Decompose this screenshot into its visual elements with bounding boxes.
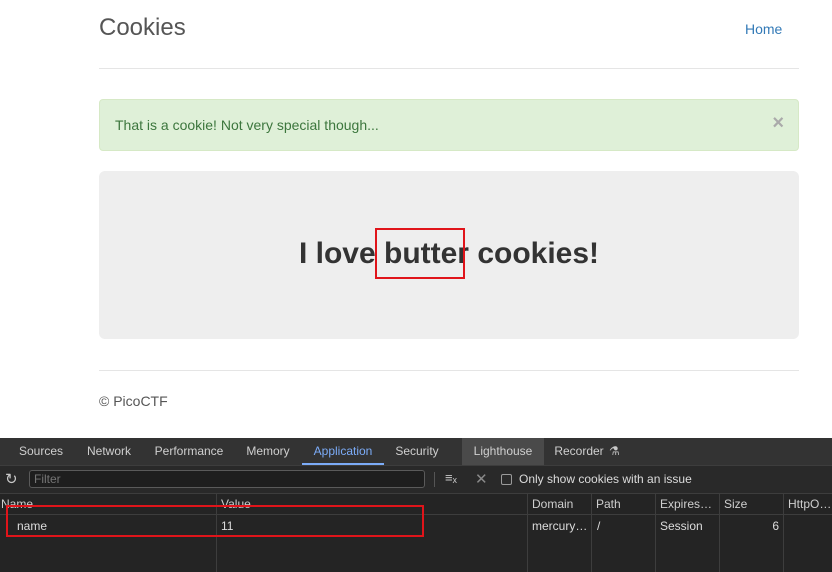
cell-size[interactable]: 6	[724, 517, 779, 535]
highlight-box-cookie-row	[6, 505, 424, 537]
column-divider[interactable]	[719, 494, 720, 572]
delete-icon[interactable]: ✕	[475, 470, 488, 488]
filter-input[interactable]	[29, 470, 425, 488]
only-issue-label: Only show cookies with an issue	[519, 472, 692, 486]
flask-icon: ⚗	[609, 444, 620, 458]
refresh-icon[interactable]: ↻	[5, 470, 18, 488]
highlight-box-butter	[375, 228, 465, 279]
site-brand: Cookies	[99, 14, 186, 41]
tab-memory[interactable]: Memory	[238, 438, 298, 465]
column-header-httponly[interactable]: HttpOnly	[788, 494, 832, 514]
tab-recorder[interactable]: Recorder	[550, 438, 608, 465]
column-header-domain[interactable]: Domain	[532, 494, 588, 514]
header-divider	[99, 68, 799, 69]
tab-performance[interactable]: Performance	[146, 438, 232, 465]
close-icon[interactable]: ×	[772, 112, 784, 135]
cell-expires[interactable]: Session	[660, 517, 716, 535]
column-divider[interactable]	[655, 494, 656, 572]
cookies-toolbar: ↻ ≡ₓ ✕ Only show cookies with an issue	[0, 466, 832, 494]
cell-domain[interactable]: mercury…	[532, 517, 588, 535]
tab-lighthouse[interactable]: Lighthouse	[462, 438, 544, 465]
only-issue-checkbox[interactable]	[501, 474, 512, 485]
column-divider[interactable]	[783, 494, 784, 572]
footer-text: © PicoCTF	[99, 393, 168, 409]
toolbar-separator	[434, 472, 435, 487]
alert-message: That is a cookie! Not very special thoug…	[115, 117, 379, 133]
column-divider[interactable]	[527, 494, 528, 572]
column-header-size[interactable]: Size	[724, 494, 780, 514]
column-divider[interactable]	[591, 494, 592, 572]
column-header-path[interactable]: Path	[596, 494, 652, 514]
success-alert: That is a cookie! Not very special thoug…	[99, 99, 799, 151]
nav-home-link[interactable]: Home	[745, 21, 782, 37]
webpage: Cookies Home That is a cookie! Not very …	[0, 0, 832, 438]
tab-network[interactable]: Network	[80, 438, 138, 465]
tab-sources[interactable]: Sources	[10, 438, 72, 465]
footer-divider	[99, 370, 799, 371]
tab-security[interactable]: Security	[388, 438, 446, 465]
tab-application[interactable]: Application	[302, 438, 384, 465]
column-header-expires[interactable]: Expires…	[660, 494, 716, 514]
cell-path[interactable]: /	[597, 517, 651, 535]
devtools-tabbar: Sources Network Performance Memory Appli…	[0, 438, 832, 466]
clear-filtered-icon[interactable]: ≡ₓ	[445, 470, 457, 485]
